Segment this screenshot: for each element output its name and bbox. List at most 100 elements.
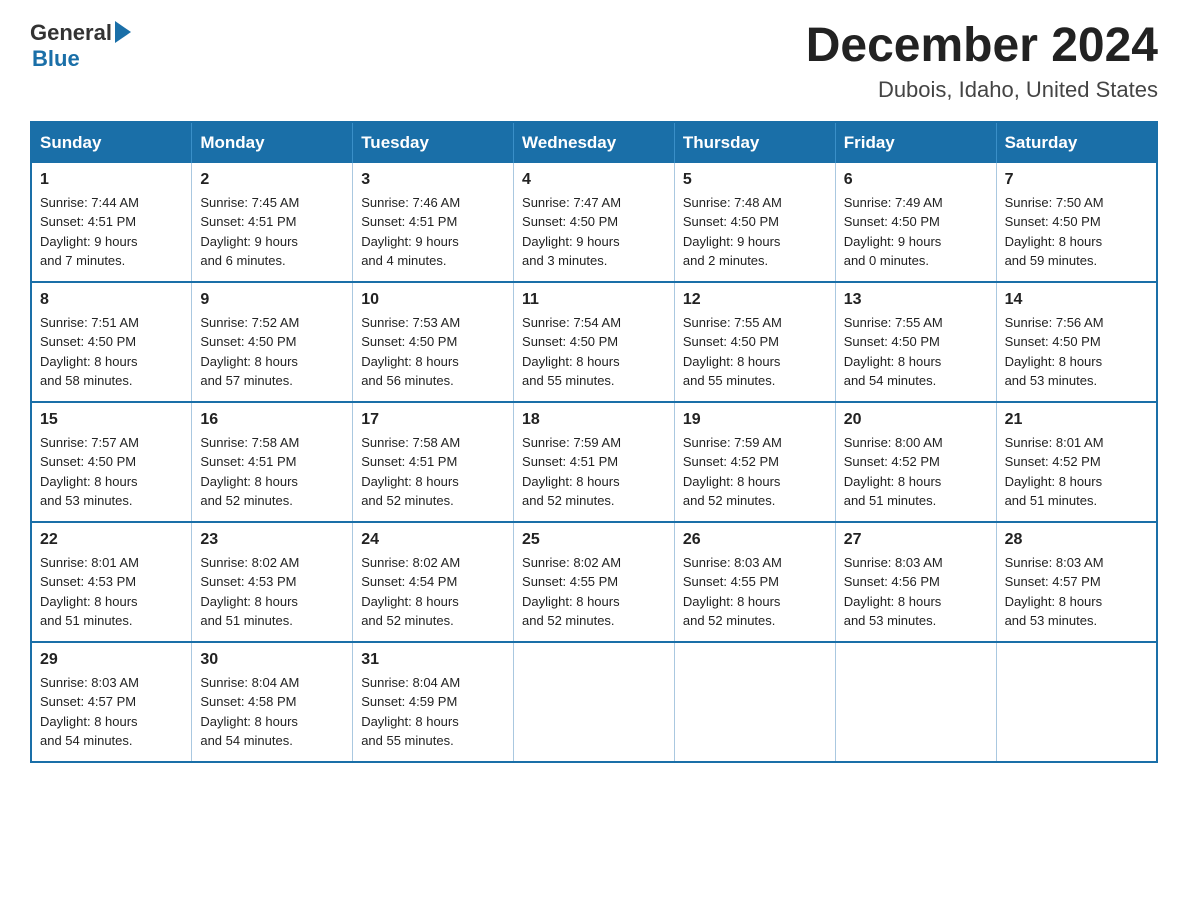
calendar-cell: 10 Sunrise: 7:53 AMSunset: 4:50 PMDayligh… — [353, 282, 514, 402]
calendar-cell: 18Sunrise: 7:59 AMSunset: 4:51 PMDayligh… — [514, 402, 675, 522]
logo-general-text: General — [30, 20, 112, 46]
calendar-table: SundayMondayTuesdayWednesdayThursdayFrid… — [30, 121, 1158, 763]
day-info: Sunrise: 7:56 AMSunset: 4:50 PMDaylight:… — [1005, 313, 1148, 391]
calendar-cell: 23Sunrise: 8:02 AMSunset: 4:53 PMDayligh… — [192, 522, 353, 642]
day-number: 13 — [844, 291, 988, 309]
calendar-cell — [674, 642, 835, 762]
day-info: Sunrise: 8:02 AMSunset: 4:55 PMDaylight:… — [522, 553, 666, 631]
day-info: Sunrise: 7:49 AMSunset: 4:50 PMDaylight:… — [844, 193, 988, 271]
page-subtitle: Dubois, Idaho, United States — [806, 77, 1158, 103]
day-info: Sunrise: 8:00 AMSunset: 4:52 PMDaylight:… — [844, 433, 988, 511]
day-number: 4 — [522, 171, 666, 189]
calendar-cell: 27 Sunrise: 8:03 AMSunset: 4:56 PMDayligh… — [835, 522, 996, 642]
day-info: Sunrise: 8:04 AMSunset: 4:59 PMDaylight:… — [361, 673, 505, 751]
calendar-day-header: Thursday — [674, 122, 835, 163]
day-info: Sunrise: 7:57 AMSunset: 4:50 PMDaylight:… — [40, 433, 183, 511]
page-title: December 2024 — [806, 20, 1158, 73]
day-info: Sunrise: 7:47 AMSunset: 4:50 PMDaylight:… — [522, 193, 666, 271]
day-number: 5 — [683, 171, 827, 189]
page-header: General Blue December 2024 Dubois, Idaho… — [30, 20, 1158, 103]
day-info: Sunrise: 8:03 AMSunset: 4:56 PMDaylight:… — [844, 553, 988, 631]
calendar-cell: 21 Sunrise: 8:01 AMSunset: 4:52 PMDayligh… — [996, 402, 1157, 522]
calendar-day-header: Monday — [192, 122, 353, 163]
calendar-week-row: 15 Sunrise: 7:57 AMSunset: 4:50 PMDayligh… — [31, 402, 1157, 522]
day-number: 15 — [40, 411, 183, 429]
day-number: 28 — [1005, 531, 1148, 549]
day-number: 17 — [361, 411, 505, 429]
day-info: Sunrise: 7:59 AMSunset: 4:51 PMDaylight:… — [522, 433, 666, 511]
day-number: 16 — [200, 411, 344, 429]
calendar-day-header: Wednesday — [514, 122, 675, 163]
day-number: 29 — [40, 651, 183, 669]
day-info: Sunrise: 7:58 AMSunset: 4:51 PMDaylight:… — [200, 433, 344, 511]
day-info: Sunrise: 8:02 AMSunset: 4:54 PMDaylight:… — [361, 553, 505, 631]
calendar-cell: 29 Sunrise: 8:03 AMSunset: 4:57 PMDayligh… — [31, 642, 192, 762]
logo-arrow-icon — [115, 21, 131, 43]
calendar-cell — [514, 642, 675, 762]
day-number: 6 — [844, 171, 988, 189]
day-number: 22 — [40, 531, 183, 549]
day-info: Sunrise: 7:59 AMSunset: 4:52 PMDaylight:… — [683, 433, 827, 511]
calendar-cell: 5 Sunrise: 7:48 AMSunset: 4:50 PMDaylight… — [674, 163, 835, 282]
day-number: 10 — [361, 291, 505, 309]
day-number: 7 — [1005, 171, 1148, 189]
day-info: Sunrise: 7:55 AMSunset: 4:50 PMDaylight:… — [844, 313, 988, 391]
logo: General Blue — [30, 20, 131, 72]
calendar-cell: 12Sunrise: 7:55 AMSunset: 4:50 PMDayligh… — [674, 282, 835, 402]
calendar-cell: 9 Sunrise: 7:52 AMSunset: 4:50 PMDaylight… — [192, 282, 353, 402]
calendar-day-header: Saturday — [996, 122, 1157, 163]
calendar-day-header: Sunday — [31, 122, 192, 163]
day-number: 3 — [361, 171, 505, 189]
day-info: Sunrise: 8:03 AMSunset: 4:57 PMDaylight:… — [1005, 553, 1148, 631]
day-info: Sunrise: 7:53 AMSunset: 4:50 PMDaylight:… — [361, 313, 505, 391]
day-info: Sunrise: 8:02 AMSunset: 4:53 PMDaylight:… — [200, 553, 344, 631]
calendar-day-header: Tuesday — [353, 122, 514, 163]
calendar-cell: 6 Sunrise: 7:49 AMSunset: 4:50 PMDaylight… — [835, 163, 996, 282]
day-info: Sunrise: 7:52 AMSunset: 4:50 PMDaylight:… — [200, 313, 344, 391]
calendar-cell: 17Sunrise: 7:58 AMSunset: 4:51 PMDayligh… — [353, 402, 514, 522]
calendar-cell: 14 Sunrise: 7:56 AMSunset: 4:50 PMDayligh… — [996, 282, 1157, 402]
calendar-cell: 11 Sunrise: 7:54 AMSunset: 4:50 PMDayligh… — [514, 282, 675, 402]
calendar-cell: 16 Sunrise: 7:58 AMSunset: 4:51 PMDayligh… — [192, 402, 353, 522]
day-number: 8 — [40, 291, 183, 309]
day-number: 9 — [200, 291, 344, 309]
day-info: Sunrise: 8:03 AMSunset: 4:55 PMDaylight:… — [683, 553, 827, 631]
day-info: Sunrise: 7:45 AMSunset: 4:51 PMDaylight:… — [200, 193, 344, 271]
day-info: Sunrise: 7:48 AMSunset: 4:50 PMDaylight:… — [683, 193, 827, 271]
calendar-cell: 28 Sunrise: 8:03 AMSunset: 4:57 PMDayligh… — [996, 522, 1157, 642]
day-number: 27 — [844, 531, 988, 549]
day-number: 26 — [683, 531, 827, 549]
calendar-cell: 20 Sunrise: 8:00 AMSunset: 4:52 PMDayligh… — [835, 402, 996, 522]
day-info: Sunrise: 8:03 AMSunset: 4:57 PMDaylight:… — [40, 673, 183, 751]
calendar-week-row: 22Sunrise: 8:01 AMSunset: 4:53 PMDayligh… — [31, 522, 1157, 642]
calendar-week-row: 1Sunrise: 7:44 AMSunset: 4:51 PMDaylight… — [31, 163, 1157, 282]
calendar-header-row: SundayMondayTuesdayWednesdayThursdayFrid… — [31, 122, 1157, 163]
calendar-cell: 15 Sunrise: 7:57 AMSunset: 4:50 PMDayligh… — [31, 402, 192, 522]
day-info: Sunrise: 7:51 AMSunset: 4:50 PMDaylight:… — [40, 313, 183, 391]
day-number: 11 — [522, 291, 666, 309]
day-number: 31 — [361, 651, 505, 669]
day-info: Sunrise: 7:46 AMSunset: 4:51 PMDaylight:… — [361, 193, 505, 271]
day-number: 21 — [1005, 411, 1148, 429]
day-info: Sunrise: 8:01 AMSunset: 4:52 PMDaylight:… — [1005, 433, 1148, 511]
calendar-cell: 1Sunrise: 7:44 AMSunset: 4:51 PMDaylight… — [31, 163, 192, 282]
day-info: Sunrise: 8:04 AMSunset: 4:58 PMDaylight:… — [200, 673, 344, 751]
calendar-cell: 30Sunrise: 8:04 AMSunset: 4:58 PMDayligh… — [192, 642, 353, 762]
calendar-cell: 31 Sunrise: 8:04 AMSunset: 4:59 PMDayligh… — [353, 642, 514, 762]
day-number: 12 — [683, 291, 827, 309]
logo-blue-text: Blue — [32, 46, 80, 72]
calendar-cell: 26 Sunrise: 8:03 AMSunset: 4:55 PMDayligh… — [674, 522, 835, 642]
day-info: Sunrise: 7:54 AMSunset: 4:50 PMDaylight:… — [522, 313, 666, 391]
day-number: 14 — [1005, 291, 1148, 309]
calendar-week-row: 8 Sunrise: 7:51 AMSunset: 4:50 PMDaylight… — [31, 282, 1157, 402]
day-number: 24 — [361, 531, 505, 549]
calendar-cell: 22Sunrise: 8:01 AMSunset: 4:53 PMDayligh… — [31, 522, 192, 642]
day-number: 20 — [844, 411, 988, 429]
calendar-day-header: Friday — [835, 122, 996, 163]
calendar-cell: 4 Sunrise: 7:47 AMSunset: 4:50 PMDaylight… — [514, 163, 675, 282]
calendar-cell: 19Sunrise: 7:59 AMSunset: 4:52 PMDayligh… — [674, 402, 835, 522]
calendar-cell — [835, 642, 996, 762]
calendar-cell: 13 Sunrise: 7:55 AMSunset: 4:50 PMDayligh… — [835, 282, 996, 402]
calendar-cell: 3 Sunrise: 7:46 AMSunset: 4:51 PMDaylight… — [353, 163, 514, 282]
calendar-week-row: 29 Sunrise: 8:03 AMSunset: 4:57 PMDayligh… — [31, 642, 1157, 762]
